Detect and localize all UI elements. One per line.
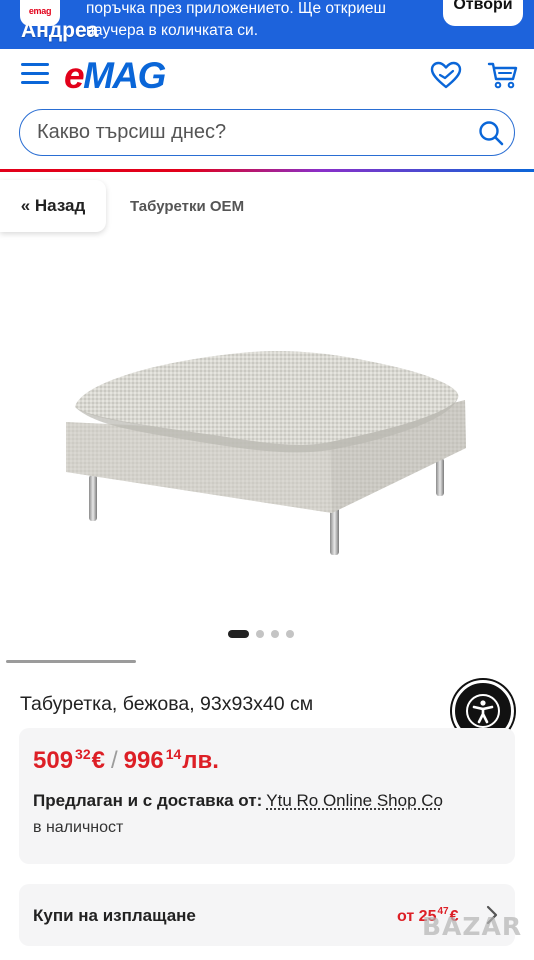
offer-card: 509 32€/996 14лв. Предлаган и с доставка о… (19, 728, 515, 864)
gallery-thumbnail-indicator (6, 660, 136, 663)
stock-status: в наличност (33, 819, 124, 836)
cart-icon[interactable] (487, 61, 519, 89)
menu-icon[interactable] (21, 63, 49, 85)
product-title: Табуретка, бежова, 93x93x40 см (20, 693, 314, 715)
gallery-pagination[interactable] (228, 630, 294, 638)
back-button[interactable]: « Назад (0, 180, 106, 232)
gallery-dot-1[interactable] (228, 630, 249, 638)
search-bar[interactable] (19, 109, 515, 156)
breadcrumb-category[interactable]: Табуретки OEM (130, 198, 244, 215)
search-input[interactable] (37, 119, 457, 146)
gallery-dot-4[interactable] (286, 630, 294, 638)
site-header: eMAG (0, 49, 534, 173)
seller-link[interactable]: Ytu Ro Online Shop Co (266, 791, 443, 810)
installments-label: Купи на изплащане (33, 906, 196, 925)
heart-icon[interactable] (430, 61, 462, 89)
app-download-banner[interactable]: emag Андреа поръчка през приложението. Щ… (0, 0, 534, 49)
emag-logo[interactable]: eMAG (64, 54, 166, 98)
open-app-button[interactable]: Отвори (443, 0, 523, 26)
product-price: 509 32€/996 14лв. (33, 746, 219, 774)
banner-promo-text: поръчка през приложението. Ще откриеш ва… (86, 0, 386, 39)
accessibility-icon (466, 694, 500, 728)
brand-color-divider (0, 169, 534, 172)
search-icon[interactable] (478, 120, 504, 146)
gallery-dot-2[interactable] (256, 630, 264, 638)
product-image[interactable] (0, 250, 534, 650)
seller-info: Предлаган и с доставка от: Ytu Ro Online … (33, 791, 443, 810)
bazar-watermark: BAZAR (422, 912, 523, 941)
gallery-dot-3[interactable] (271, 630, 279, 638)
